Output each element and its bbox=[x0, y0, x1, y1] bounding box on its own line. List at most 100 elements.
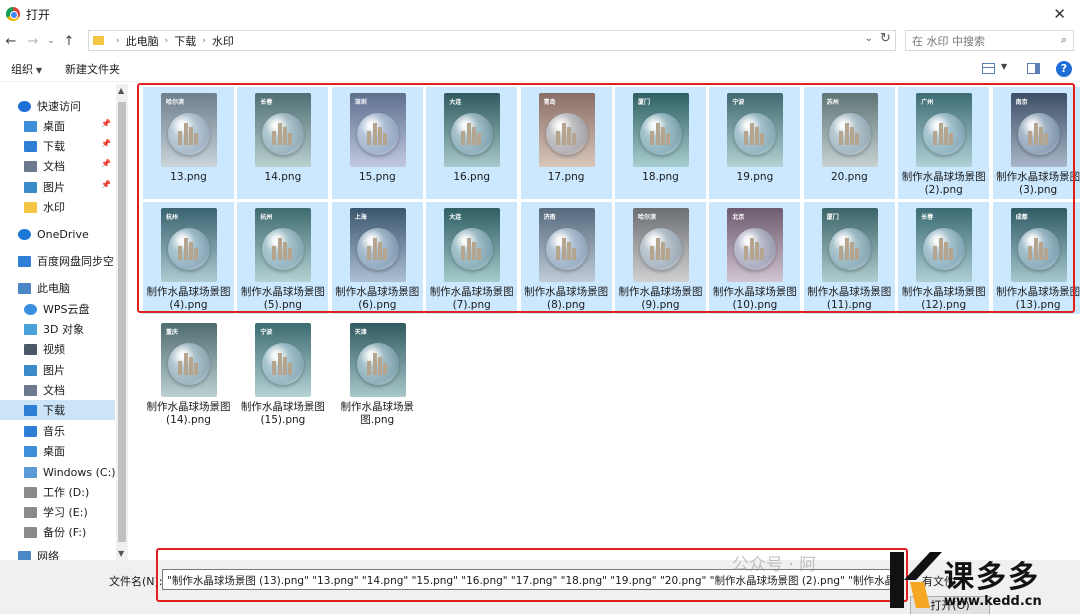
scrollbar-thumb[interactable] bbox=[118, 102, 126, 542]
back-button[interactable]: ← bbox=[0, 34, 22, 49]
file-item[interactable]: 哈尔滨 13.png bbox=[143, 87, 234, 199]
file-item[interactable]: 北京 制作水晶球场景图 (10).png bbox=[709, 202, 801, 314]
file-item[interactable]: 南京 制作水晶球场景图 (3).png bbox=[992, 87, 1080, 199]
sidebar-item[interactable]: 3D 对象 bbox=[0, 319, 115, 339]
sidebar-item-label: 图片 bbox=[43, 364, 65, 377]
sidebar-item[interactable]: 快速访问 bbox=[0, 96, 115, 116]
file-item[interactable]: 上海 制作水晶球场景图 (6).png bbox=[331, 202, 423, 314]
file-item[interactable]: 哈尔滨 制作水晶球场景图 (9).png bbox=[615, 202, 706, 314]
file-item[interactable]: 天津 制作水晶球场景图.png bbox=[332, 317, 423, 429]
file-name-label: 制作水晶球场景图 (4).png bbox=[146, 286, 231, 311]
sidebar-item[interactable]: 文档 bbox=[0, 380, 115, 400]
chrome-icon bbox=[6, 7, 20, 21]
building-shape bbox=[650, 246, 654, 260]
file-item[interactable]: 杭州 制作水晶球场景图 (4).png bbox=[143, 202, 234, 314]
sidebar-item[interactable]: 下载 bbox=[0, 400, 115, 420]
file-item[interactable]: 厦门 18.png bbox=[615, 87, 706, 199]
recent-locations-button[interactable]: ⌄ bbox=[44, 36, 58, 46]
drive-icon bbox=[24, 466, 37, 478]
sidebar-item[interactable]: 网络 bbox=[0, 546, 115, 560]
refresh-icon[interactable]: ↻ bbox=[880, 31, 891, 46]
file-name-label: 制作水晶球场景图 (5).png bbox=[240, 286, 325, 311]
building-shape bbox=[178, 246, 182, 260]
building-shape bbox=[477, 133, 482, 145]
scroll-down-icon[interactable]: ▼ bbox=[118, 549, 124, 558]
sidebar-item[interactable]: 音乐 bbox=[0, 421, 115, 441]
file-item[interactable]: 厦门 制作水晶球场景图 (11).png bbox=[803, 202, 895, 314]
file-item[interactable]: 深圳 15.png bbox=[331, 87, 423, 199]
sidebar-item[interactable]: Windows (C:) bbox=[0, 462, 115, 482]
sidebar-item[interactable]: 此电脑 bbox=[0, 278, 115, 298]
search-input[interactable]: 在 水印 中搜索 ⌕ bbox=[905, 30, 1074, 51]
new-folder-button[interactable]: 新建文件夹 bbox=[65, 61, 120, 77]
sidebar-item[interactable]: 水印 bbox=[0, 197, 115, 217]
file-item[interactable]: 杭州 制作水晶球场景图 (5).png bbox=[237, 202, 329, 314]
close-button[interactable]: ✕ bbox=[1053, 5, 1066, 23]
building-shape bbox=[189, 357, 193, 375]
sidebar-item[interactable]: 下载 📌 bbox=[0, 136, 115, 156]
file-item[interactable]: 长春 制作水晶球场景图 (12).png bbox=[898, 202, 990, 314]
file-item[interactable]: 成都 制作水晶球场景图 (13).png bbox=[992, 202, 1080, 314]
building-shape bbox=[283, 357, 288, 375]
file-item[interactable]: 大连 制作水晶球场景图 (7).png bbox=[426, 202, 518, 314]
image-thumbnail: 广州 bbox=[916, 93, 973, 167]
building-shape bbox=[949, 248, 954, 260]
building-shape bbox=[854, 248, 859, 260]
file-item[interactable]: 长春 14.png bbox=[237, 87, 329, 199]
file-item[interactable]: 大连 16.png bbox=[426, 87, 518, 199]
help-icon[interactable]: ? bbox=[1056, 61, 1072, 77]
sidebar-item[interactable]: 桌面 bbox=[0, 441, 115, 461]
sidebar-item[interactable]: OneDrive bbox=[0, 224, 115, 244]
sidebar-item[interactable]: 备份 (F:) bbox=[0, 522, 115, 542]
breadcrumb-downloads[interactable]: 下载 bbox=[174, 33, 196, 49]
watermark-brand: 课多多 bbox=[944, 560, 1040, 595]
sidebar-item-label: OneDrive bbox=[37, 227, 89, 241]
organize-menu[interactable]: 组织 ▼ bbox=[11, 61, 42, 77]
image-thumbnail: 厦门 bbox=[821, 208, 878, 282]
building-shape bbox=[555, 131, 560, 145]
preview-pane-icon[interactable] bbox=[1027, 63, 1040, 74]
image-thumbnail: 济南 bbox=[538, 208, 595, 282]
filename-label: 文件名(N): bbox=[109, 575, 163, 588]
address-dropdown-icon[interactable]: ⌄ bbox=[865, 33, 873, 44]
sidebar-item[interactable]: 视频 bbox=[0, 339, 115, 359]
search-icon[interactable]: ⌕ bbox=[1061, 33, 1067, 47]
crystal-ball-image bbox=[168, 113, 210, 155]
view-options-icon[interactable] bbox=[982, 63, 995, 74]
file-item[interactable]: 广州 制作水晶球场景图 (2).png bbox=[898, 87, 990, 199]
sidebar-item[interactable]: 工作 (D:) bbox=[0, 482, 115, 502]
thumbnail-city-text: 重庆 bbox=[166, 329, 179, 336]
sidebar-item[interactable]: WPS云盘 bbox=[0, 299, 115, 319]
sidebar-item[interactable]: 图片 📌 bbox=[0, 177, 115, 197]
file-list: 哈尔滨 13.png 长春 14.png 深圳 15.png 大连 16.png 青岛 17.pn… bbox=[140, 84, 1080, 560]
building-shape bbox=[288, 248, 293, 260]
sidebar-item[interactable]: 学习 (E:) bbox=[0, 502, 115, 522]
sidebar-item[interactable]: 百度网盘同步空间 bbox=[0, 251, 115, 271]
sidebar-item[interactable]: 桌面 📌 bbox=[0, 116, 115, 136]
view-dropdown-icon[interactable]: ▼ bbox=[1001, 62, 1007, 71]
thumbnail-city-text: 苏州 bbox=[826, 99, 839, 106]
file-item[interactable]: 济南 制作水晶球场景图 (8).png bbox=[520, 202, 612, 314]
forward-button[interactable]: → bbox=[22, 34, 44, 49]
building-shape bbox=[377, 357, 382, 375]
thumbnail-city-text: 成都 bbox=[1015, 214, 1028, 221]
breadcrumb-watermark[interactable]: 水印 bbox=[212, 33, 234, 49]
crystal-ball-image bbox=[923, 113, 966, 155]
sidebar-item[interactable]: 文档 📌 bbox=[0, 156, 115, 176]
up-button[interactable]: ↑ bbox=[58, 34, 80, 49]
file-item[interactable]: 青岛 17.png bbox=[520, 87, 612, 199]
file-name-label: 制作水晶球场景图 (7).png bbox=[429, 286, 514, 311]
building-shape bbox=[278, 123, 283, 145]
scroll-up-icon[interactable]: ▲ bbox=[118, 86, 124, 95]
file-name-label: 制作水晶球场景图 (10).png bbox=[712, 286, 797, 311]
sidebar-item[interactable]: 图片 bbox=[0, 360, 115, 380]
sidebar-scrollbar[interactable]: ▲ ▼ bbox=[116, 84, 128, 560]
breadcrumb-this-pc[interactable]: 此电脑 bbox=[126, 33, 159, 49]
address-bar[interactable]: › 此电脑 › 下载 › 水印 ⌄ bbox=[88, 30, 896, 51]
file-item[interactable]: 宁波 制作水晶球场景图 (15).png bbox=[237, 317, 328, 429]
file-item[interactable]: 苏州 20.png bbox=[803, 87, 895, 199]
building-shape bbox=[184, 238, 188, 260]
file-item[interactable]: 重庆 制作水晶球场景图 (14).png bbox=[143, 317, 234, 429]
file-item[interactable]: 宁波 19.png bbox=[709, 87, 801, 199]
building-shape bbox=[283, 242, 288, 260]
